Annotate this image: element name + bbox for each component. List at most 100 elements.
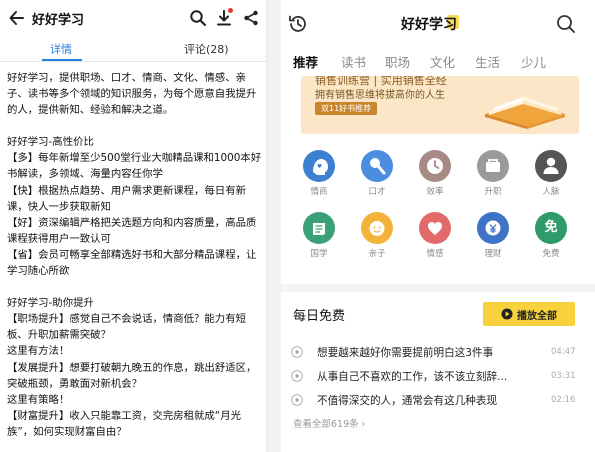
category-10[interactable]: 免免费 [527,212,575,259]
description-line: 课，快人一步获取新知 [7,200,111,213]
description-text: 好好学习，提供职场、口才、情商、文化、情感、亲 子、读书等多个领域的知识服务，为每… [7,70,263,440]
page-title: 好好学习 [32,13,85,28]
episode-title: 从事自己不喜欢的工作，该不该立刻辞... [317,371,508,383]
open-book-illustration [485,97,565,129]
person-icon [535,150,567,182]
description-line: 的人，提供新知、经验和解决之道。 [7,104,174,117]
description-line: 【发展提升】想要打破朝九晚五的作息，跳出舒适区， [7,361,257,374]
category-9[interactable]: 理财 [469,212,517,259]
detail-header: 好好学习 [0,0,266,36]
nav-item-life[interactable]: 生活 [475,52,500,71]
app-title: 好好学习 [401,17,457,33]
category-6[interactable]: 国学 [295,212,343,259]
description-line: 【好】资深编辑严格把关选题方向和内容质量，高品质 [7,216,257,229]
description-line: 好好学习，提供职场、口才、情商、文化、情感、亲 [7,72,246,84]
detail-tabs: 详情 评论(28) [0,36,266,62]
play-all-button[interactable]: 播放全部 [483,302,575,326]
banner-tag: 双11好书推荐 [315,102,378,115]
description-line: 【职场提升】感觉自己不会说话，情商低？能力有短 [7,313,246,326]
tab-details[interactable]: 详情 [50,41,72,57]
category-8[interactable]: 情感 [411,212,459,259]
search-icon[interactable] [189,9,207,27]
free-icon: 免 [535,212,567,244]
episode-row[interactable]: 不值得深交的人，通常会有这几种表现 02:16 [291,390,587,410]
banner-subtitle: 拥有销售思维将拔高你的人生 [315,90,445,101]
category-nav: 推荐 读书 职场 文化 生活 少儿 [281,46,595,74]
category-1[interactable]: 情商 [295,150,343,197]
nav-item-culture[interactable]: 文化 [430,52,455,71]
category-label: 理财 [484,249,502,259]
category-label: 人脉 [542,187,560,197]
description-line: 【快】根据热点趋势、用户需求更新课程，每日有新 [7,184,246,197]
briefcase-icon [477,150,509,182]
episode-duration: 04:47 [551,347,576,357]
home-panel: 好好学习 推荐 读书 职场 文化 生活 少儿 销售训练营 | 实用销售全经 拥有… [281,0,595,452]
description-line: 族”，如何实现财富自由？ [7,425,127,438]
promo-banner[interactable]: 销售训练营 | 实用销售全经 拥有销售思维将拔高你的人生 双11好书推荐 [301,76,579,134]
description-line: 好好学习-助你提升 [7,297,94,310]
play-all-label: 播放全部 [517,311,557,322]
category-3[interactable]: 效率 [411,150,459,197]
view-all-link[interactable]: 查看全部619条 › [293,416,365,430]
episode-title: 想要越来越好你需要提前明白这3件事 [317,347,494,359]
category-label: 免费 [542,249,560,259]
description-line: 这里有策略！ [7,393,70,406]
tab-comments[interactable]: 评论(28) [184,41,229,57]
home-header: 好好学习 [281,0,595,44]
play-circle-icon[interactable] [291,394,303,406]
category-label: 口才 [368,187,386,197]
back-arrow-icon[interactable] [8,8,26,28]
description-line: 好好学习-高性价比 [7,136,94,149]
child-face-icon [361,212,393,244]
microphone-icon [361,150,393,182]
category-4[interactable]: 升职 [469,150,517,197]
nav-item-career[interactable]: 职场 [385,52,410,71]
heart-icon [419,212,451,244]
category-7[interactable]: 亲子 [353,212,401,259]
play-circle-icon[interactable] [291,346,303,358]
nav-item-reading[interactable]: 读书 [341,52,366,71]
clock-icon [419,150,451,182]
section-divider [281,284,595,292]
category-label: 情商 [310,187,328,197]
description-line: 【财富提升】收入只能靠工资，交完房租就成“月光 [7,409,241,422]
category-2[interactable]: 口才 [353,150,401,197]
category-label: 国学 [310,249,328,259]
coin-icon [477,212,509,244]
episode-row[interactable]: 从事自己不喜欢的工作，该不该立刻辞... 03:31 [291,366,587,386]
nav-item-recommended[interactable]: 推荐 [293,52,318,71]
panel-gap [267,0,281,452]
episode-row[interactable]: 想要越来越好你需要提前明白这3件事 04:47 [291,342,587,362]
active-tab-indicator [42,59,82,61]
daily-free-title: 每日免费 [293,309,346,324]
description-line: 书解读，多领域、海量内容任你学 [7,168,163,181]
description-line: 突破瓶颈，勇敢面对新机会？ [7,377,143,390]
heart-head-icon [303,150,335,182]
description-line: 【省】会员可畅享全部精选好书和大部分精品课程，让 [7,248,257,261]
detail-panel: 好好学习 详情 评论(28) 好好学习，提供职场、口才、情商、文化、情感、亲 子、… [0,0,267,452]
notification-dot [228,8,233,13]
category-label: 亲子 [368,249,386,259]
search-icon[interactable] [556,14,576,34]
description-line: 【多】每年新增至少500堂行业大咖精品课和1000本好 [7,152,262,165]
share-icon[interactable] [242,9,260,27]
episode-duration: 03:31 [551,371,576,381]
history-icon[interactable] [287,13,309,35]
description-line: 学习随心所欲 [7,265,70,278]
description-line: 课程获得用户一致认可 [7,232,111,245]
category-label: 效率 [426,187,444,197]
category-5[interactable]: 人脉 [527,150,575,197]
category-glyph: 免 [544,220,558,235]
description-line: 板、升职加薪需突破？ [7,329,111,342]
description-line: 子、读书等多个领域的知识服务，为每个愿意自我提升 [7,88,257,101]
category-label: 情感 [426,249,444,259]
scroll-icon [303,212,335,244]
play-circle-icon[interactable] [291,370,303,382]
episode-title: 不值得深交的人，通常会有这几种表现 [317,395,498,407]
description-line: 这里有方法！ [7,345,70,358]
category-label: 升职 [484,187,502,197]
nav-item-kids[interactable]: 少儿 [521,52,546,71]
play-icon [501,308,513,320]
